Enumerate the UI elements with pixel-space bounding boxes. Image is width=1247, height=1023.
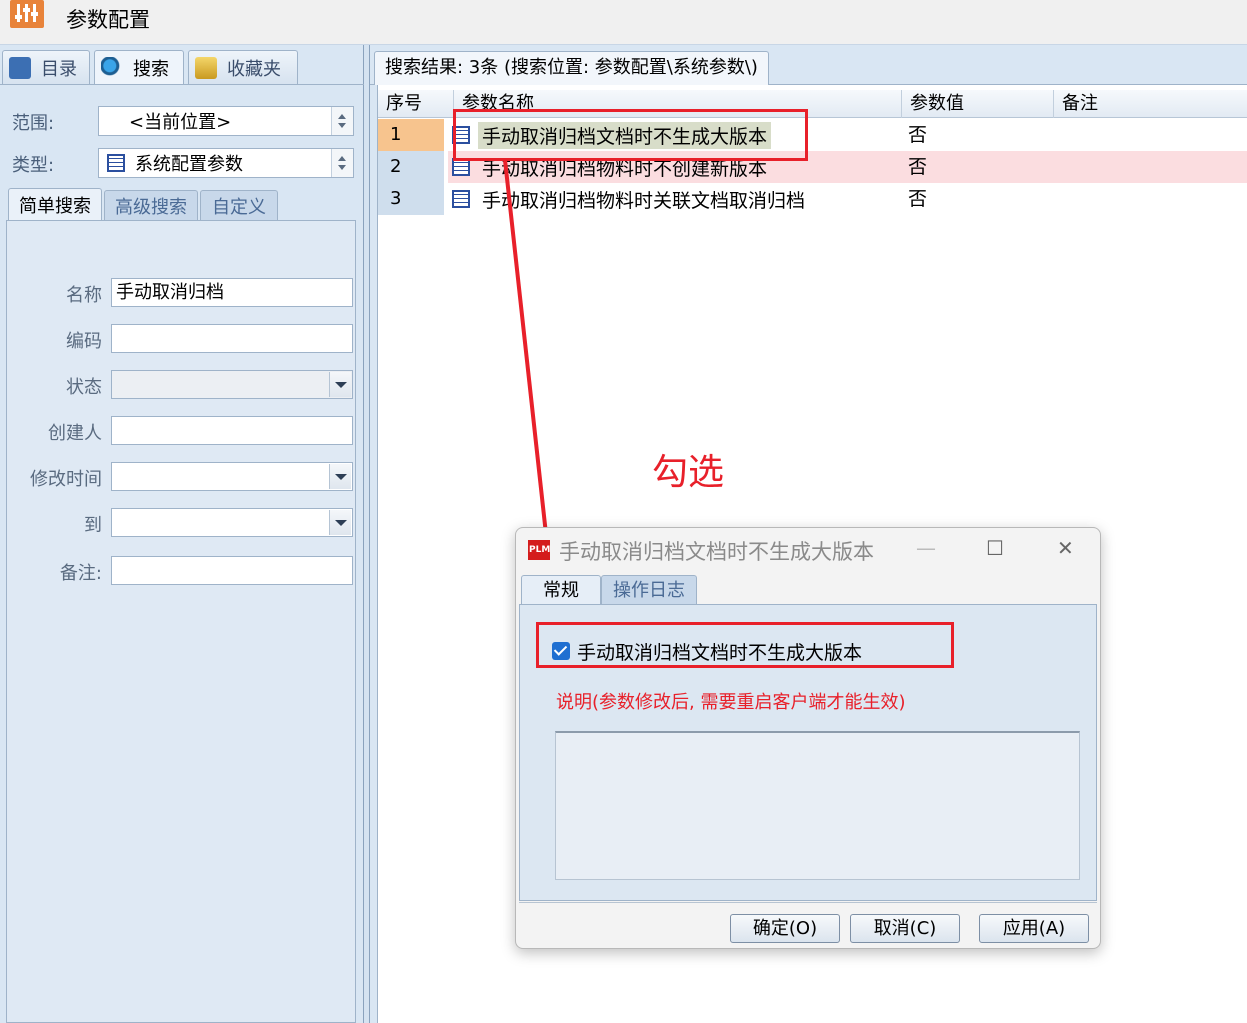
button-separator bbox=[519, 902, 1097, 903]
tab-catalog-label: 目录 bbox=[41, 59, 77, 80]
title-bar: 参数配置 bbox=[0, 0, 1247, 45]
chevron-down-icon[interactable] bbox=[329, 510, 351, 535]
sliders-icon bbox=[10, 0, 44, 28]
code-input[interactable] bbox=[111, 324, 353, 353]
simple-search-panel: 名称 手动取消归档 编码 状态 创建人 修改时间 到 备注: bbox=[6, 220, 356, 1023]
tab-simple-search[interactable]: 简单搜索 bbox=[8, 188, 102, 221]
panel-edge bbox=[370, 85, 378, 1023]
type-value: 系统配置参数 bbox=[135, 154, 243, 175]
scope-value: <当前位置> bbox=[129, 112, 232, 133]
ok-button[interactable]: 确定(O) bbox=[730, 914, 840, 943]
scope-label: 范围: bbox=[12, 113, 55, 134]
name-input[interactable]: 手动取消归档 bbox=[111, 278, 353, 307]
favorites-icon bbox=[195, 57, 217, 79]
tab-divider bbox=[0, 84, 364, 85]
to-date-picker[interactable] bbox=[111, 508, 353, 537]
param-name-cell: 手动取消归档物料时关联文档取消归档 bbox=[452, 183, 809, 215]
catalog-icon bbox=[9, 57, 31, 79]
param-value: 否 bbox=[908, 188, 928, 210]
param-icon bbox=[107, 154, 125, 172]
creator-label: 创建人 bbox=[48, 423, 102, 444]
maximize-icon[interactable]: ☐ bbox=[986, 536, 1004, 560]
row-number: 2 bbox=[378, 151, 444, 183]
tab-general[interactable]: 常规 bbox=[521, 575, 601, 606]
param-icon bbox=[452, 190, 470, 208]
spinner-icon[interactable] bbox=[331, 149, 353, 177]
type-label: 类型: bbox=[12, 155, 55, 176]
param-name: 手动取消归档物料时关联文档取消归档 bbox=[482, 189, 806, 212]
close-icon[interactable]: ✕ bbox=[1057, 536, 1074, 560]
chevron-down-icon[interactable] bbox=[329, 464, 351, 489]
description-area[interactable] bbox=[555, 731, 1080, 880]
highlight-box-row bbox=[453, 109, 808, 161]
tab-favorites[interactable]: 收藏夹 bbox=[188, 50, 298, 85]
status-label: 状态 bbox=[66, 377, 102, 398]
row-number: 3 bbox=[378, 183, 444, 215]
left-panel: 目录 搜索 收藏夹 范围: <当前位置> 类型: 系统配置参数 简单搜索 高级搜… bbox=[0, 45, 364, 1023]
annotation-label: 勾选 bbox=[652, 452, 725, 493]
creator-input[interactable] bbox=[111, 416, 353, 445]
tab-advanced-search[interactable]: 高级搜索 bbox=[104, 190, 198, 221]
chevron-down-icon[interactable] bbox=[329, 372, 351, 397]
window-title: 参数配置 bbox=[66, 8, 150, 32]
param-value: 否 bbox=[908, 124, 928, 146]
tab-search-label: 搜索 bbox=[133, 59, 169, 80]
minimize-icon[interactable]: — bbox=[916, 536, 936, 560]
tab-search-results[interactable]: 搜索结果: 3条 (搜索位置: 参数配置\系统参数\) bbox=[374, 51, 769, 85]
search-icon bbox=[101, 57, 123, 79]
results-header: 搜索结果: 3条 (搜索位置: 参数配置\系统参数\) bbox=[370, 45, 1247, 85]
table-row[interactable]: 3 手动取消归档物料时关联文档取消归档 否 bbox=[378, 183, 1247, 215]
code-label: 编码 bbox=[66, 331, 102, 352]
tab-catalog[interactable]: 目录 bbox=[2, 50, 90, 85]
highlight-box-checkbox bbox=[536, 622, 954, 668]
tab-custom[interactable]: 自定义 bbox=[200, 190, 278, 221]
restart-note: 说明(参数修改后, 需要重启客户端才能生效) bbox=[556, 692, 906, 713]
tab-search[interactable]: 搜索 bbox=[94, 50, 184, 85]
col-param-value[interactable]: 参数值 bbox=[902, 90, 1054, 118]
name-label: 名称 bbox=[66, 285, 102, 306]
cancel-button[interactable]: 取消(C) bbox=[850, 914, 960, 943]
remark-input[interactable] bbox=[111, 556, 353, 585]
tab-favorites-label: 收藏夹 bbox=[227, 59, 281, 80]
scope-select[interactable]: <当前位置> bbox=[98, 106, 354, 136]
spinner-icon[interactable] bbox=[331, 107, 353, 135]
tab-operation-log[interactable]: 操作日志 bbox=[601, 575, 697, 606]
param-dialog: PLM 手动取消归档文档时不生成大版本 — ☐ ✕ 常规 操作日志 手动取消归档… bbox=[515, 527, 1101, 949]
to-label: 到 bbox=[84, 515, 102, 536]
plm-icon: PLM bbox=[528, 540, 550, 560]
type-select[interactable]: 系统配置参数 bbox=[98, 148, 354, 178]
dialog-title: 手动取消归档文档时不生成大版本 bbox=[559, 540, 874, 564]
modified-time-picker[interactable] bbox=[111, 462, 353, 491]
modified-time-label: 修改时间 bbox=[30, 469, 102, 490]
col-no[interactable]: 序号 bbox=[378, 90, 454, 118]
col-remark[interactable]: 备注 bbox=[1054, 90, 1247, 118]
param-value: 否 bbox=[908, 156, 928, 178]
row-number: 1 bbox=[378, 119, 444, 151]
status-select[interactable] bbox=[111, 370, 353, 399]
remark-label: 备注: bbox=[59, 563, 102, 584]
apply-button[interactable]: 应用(A) bbox=[979, 914, 1089, 943]
